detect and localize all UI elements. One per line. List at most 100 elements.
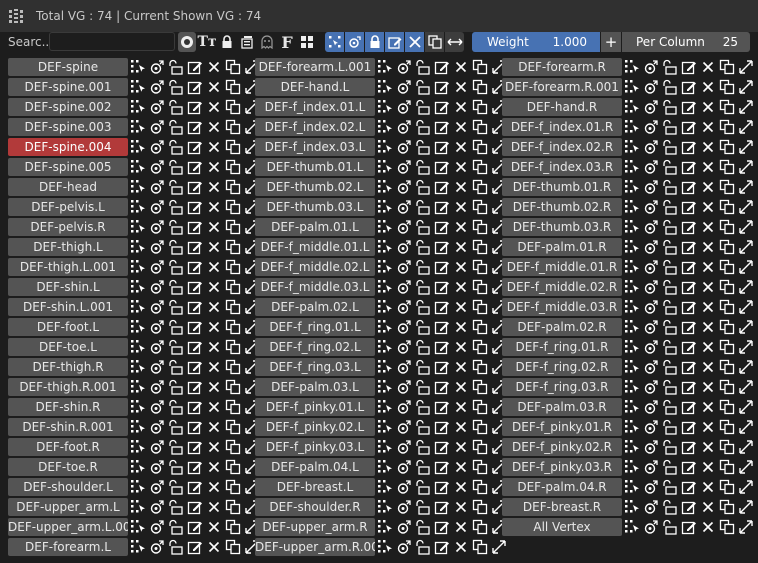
- edit-icon[interactable]: [434, 79, 450, 95]
- copy-icon[interactable]: [472, 99, 488, 115]
- vertex-group-button[interactable]: DEF-thumb.02.L: [255, 178, 375, 196]
- remove-icon[interactable]: [453, 59, 469, 75]
- copy-icon[interactable]: [719, 339, 735, 355]
- lock-icon[interactable]: [662, 199, 678, 215]
- vertex-group-button[interactable]: DEF-f_middle.03.L: [255, 278, 375, 296]
- edit-icon[interactable]: [681, 439, 697, 455]
- assign-icon[interactable]: [643, 439, 659, 455]
- assign-icon[interactable]: [149, 319, 165, 335]
- expand-icon[interactable]: [738, 139, 754, 155]
- lock-icon[interactable]: [662, 159, 678, 175]
- remove-icon[interactable]: [206, 359, 222, 375]
- lock-icon[interactable]: [168, 339, 184, 355]
- lock-icon[interactable]: [168, 179, 184, 195]
- edit-icon[interactable]: [187, 179, 203, 195]
- edit-icon[interactable]: [681, 79, 697, 95]
- lock-icon[interactable]: [415, 159, 431, 175]
- copy-icon[interactable]: [225, 99, 241, 115]
- assign-icon[interactable]: [396, 139, 412, 155]
- lock-icon[interactable]: [168, 259, 184, 275]
- vertex-group-button[interactable]: DEF-thigh.R.001: [8, 378, 128, 396]
- remove-icon[interactable]: [206, 319, 222, 335]
- edit-icon[interactable]: [434, 319, 450, 335]
- lock-icon[interactable]: [415, 119, 431, 135]
- vertex-group-button[interactable]: DEF-f_middle.01.L: [255, 238, 375, 256]
- lock-icon[interactable]: [662, 239, 678, 255]
- remove-icon[interactable]: [453, 299, 469, 315]
- remove-icon[interactable]: [206, 439, 222, 455]
- edit-icon[interactable]: [434, 479, 450, 495]
- copy-icon[interactable]: [225, 479, 241, 495]
- remove-icon[interactable]: [453, 339, 469, 355]
- remove-icon[interactable]: [206, 299, 222, 315]
- edit-icon[interactable]: [187, 359, 203, 375]
- select-vertices-icon[interactable]: [624, 339, 640, 355]
- copy-icon[interactable]: [719, 359, 735, 375]
- expand-icon[interactable]: [738, 459, 754, 475]
- copy-icon[interactable]: [719, 199, 735, 215]
- vertex-group-button[interactable]: DEF-palm.03.L: [255, 378, 375, 396]
- remove-icon[interactable]: [206, 139, 222, 155]
- vertex-group-button[interactable]: DEF-f_middle.02.L: [255, 258, 375, 276]
- vertex-group-button[interactable]: DEF-palm.01.R: [502, 238, 622, 256]
- select-vertices-icon[interactable]: [624, 379, 640, 395]
- lock-icon[interactable]: [168, 159, 184, 175]
- lock-icon[interactable]: [168, 239, 184, 255]
- remove-icon[interactable]: [453, 179, 469, 195]
- edit-icon[interactable]: [434, 259, 450, 275]
- stack-icon[interactable]: [238, 32, 256, 52]
- select-vertices-icon[interactable]: [130, 379, 146, 395]
- assign-icon[interactable]: [643, 339, 659, 355]
- expand-icon[interactable]: [738, 399, 754, 415]
- hamburger-grid-icon[interactable]: [9, 9, 23, 23]
- lock-icon[interactable]: [662, 499, 678, 515]
- lock-icon[interactable]: [415, 259, 431, 275]
- vertex-group-button[interactable]: DEF-f_ring.01.L: [255, 318, 375, 336]
- select-vertices-icon[interactable]: [377, 399, 393, 415]
- expand-icon[interactable]: [738, 319, 754, 335]
- vertex-group-button[interactable]: DEF-upper_arm.L: [8, 498, 128, 516]
- select-vertices-icon[interactable]: [377, 479, 393, 495]
- remove-icon[interactable]: [206, 99, 222, 115]
- remove-icon[interactable]: [453, 239, 469, 255]
- lock-icon[interactable]: [168, 279, 184, 295]
- vertex-group-button[interactable]: DEF-f_index.01.L: [255, 98, 375, 116]
- copy-icon[interactable]: [719, 59, 735, 75]
- edit-icon[interactable]: [681, 419, 697, 435]
- assign-icon[interactable]: [149, 539, 165, 555]
- assign-icon[interactable]: [643, 139, 659, 155]
- remove-icon[interactable]: [700, 159, 716, 175]
- assign-icon[interactable]: [643, 419, 659, 435]
- vertex-group-button[interactable]: DEF-hand.R: [502, 98, 622, 116]
- select-vertices-icon[interactable]: [130, 219, 146, 235]
- vertex-group-button[interactable]: DEF-f_index.02.L: [255, 118, 375, 136]
- select-vertices-icon[interactable]: [624, 459, 640, 475]
- assign-icon[interactable]: [149, 119, 165, 135]
- copy-icon[interactable]: [719, 99, 735, 115]
- edit-icon[interactable]: [434, 439, 450, 455]
- edit-icon[interactable]: [434, 419, 450, 435]
- remove-icon[interactable]: [453, 199, 469, 215]
- expand-icon[interactable]: [738, 79, 754, 95]
- select-vertices-icon[interactable]: [377, 99, 393, 115]
- copy-icon[interactable]: [472, 239, 488, 255]
- assign-icon[interactable]: [149, 419, 165, 435]
- expand-icon[interactable]: [738, 519, 754, 535]
- select-vertices-icon[interactable]: [624, 139, 640, 155]
- add-button[interactable]: +: [601, 32, 621, 52]
- remove-icon[interactable]: [206, 259, 222, 275]
- vertex-group-button[interactable]: DEF-toe.R: [8, 458, 128, 476]
- edit-icon[interactable]: [681, 159, 697, 175]
- lock-icon[interactable]: [415, 399, 431, 415]
- edit-icon[interactable]: [187, 419, 203, 435]
- assign-icon[interactable]: [149, 159, 165, 175]
- lock-icon[interactable]: [415, 59, 431, 75]
- select-vertices-icon[interactable]: [130, 259, 146, 275]
- vertex-group-button[interactable]: DEF-spine.001: [8, 78, 128, 96]
- vertex-group-button[interactable]: DEF-head: [8, 178, 128, 196]
- select-vertices-icon[interactable]: [130, 59, 146, 75]
- edit-icon[interactable]: [187, 319, 203, 335]
- select-vertices-icon[interactable]: [130, 339, 146, 355]
- vertex-group-button[interactable]: DEF-f_index.01.R: [502, 118, 622, 136]
- select-vertices-icon[interactable]: [377, 159, 393, 175]
